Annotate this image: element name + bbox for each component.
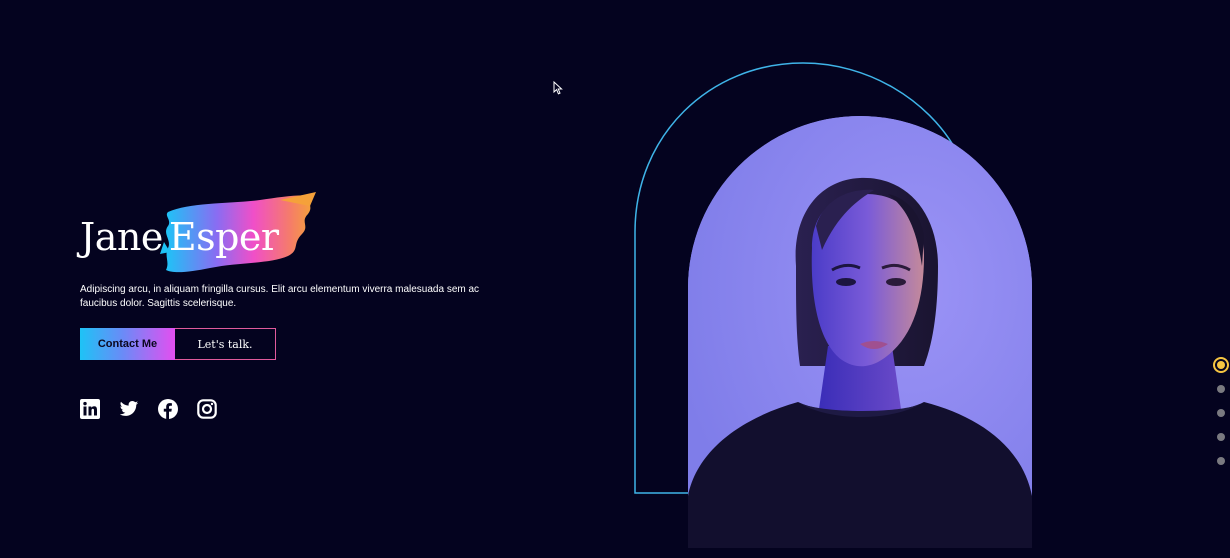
linkedin-icon[interactable] <box>80 399 100 419</box>
slide-dot-3[interactable] <box>1217 409 1225 417</box>
lets-talk-button[interactable]: Let's talk. <box>175 328 276 360</box>
slide-dot-5[interactable] <box>1217 457 1225 465</box>
facebook-icon[interactable] <box>158 399 178 419</box>
hero-name: Jane Esper <box>80 212 279 262</box>
hero-tagline: Adipiscing arcu, in aliquam fringilla cu… <box>80 284 480 309</box>
mouse-cursor-icon <box>553 81 563 95</box>
slide-dot-4[interactable] <box>1217 433 1225 441</box>
social-links <box>80 399 217 419</box>
hero-last-name: Esper <box>168 215 279 259</box>
hero-first-name: Jane <box>80 215 163 259</box>
portrait-photo <box>688 116 1032 548</box>
slide-dot-2[interactable] <box>1217 385 1225 393</box>
twitter-icon[interactable] <box>119 399 139 419</box>
contact-me-button[interactable]: Contact Me <box>80 328 175 360</box>
cta-button-group: Contact Me Let's talk. <box>80 328 276 360</box>
instagram-icon[interactable] <box>197 399 217 419</box>
slide-dot-1-active[interactable] <box>1213 357 1229 373</box>
